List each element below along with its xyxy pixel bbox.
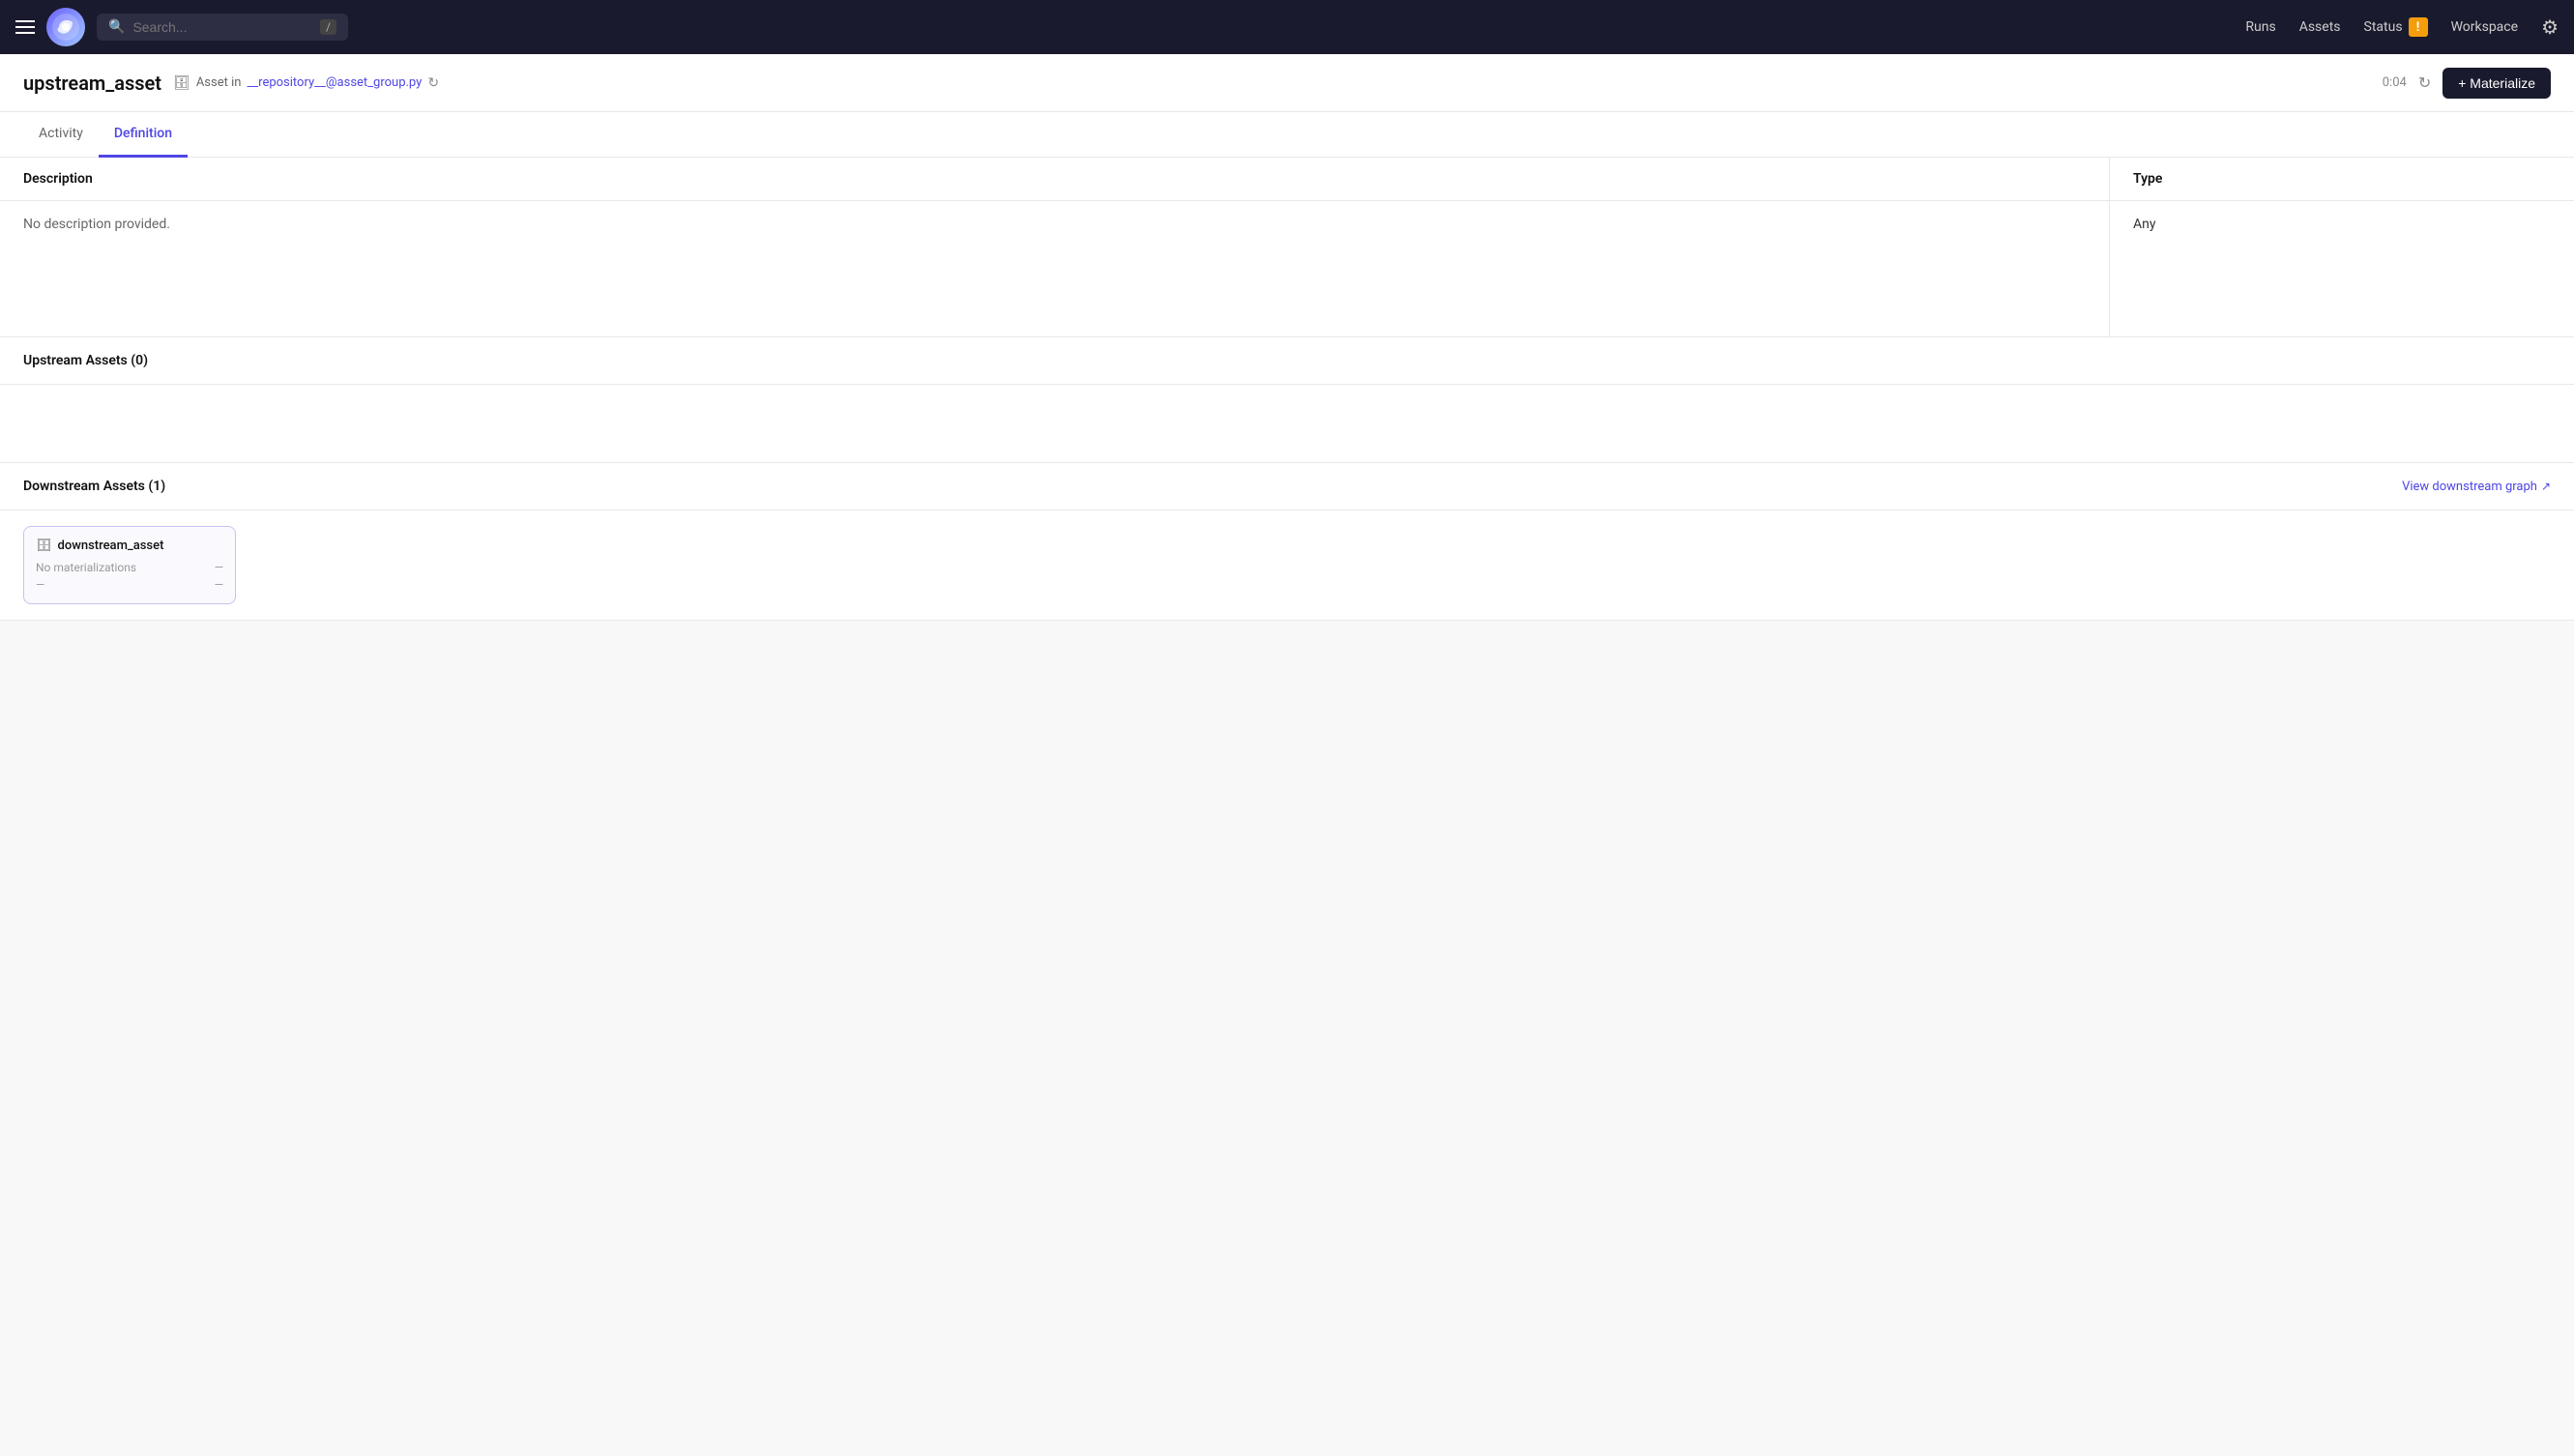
- upstream-assets-body: [0, 385, 2574, 462]
- type-body: Any: [2110, 201, 2574, 336]
- search-shortcut: /: [320, 19, 336, 35]
- main-content: Description No description provided. Typ…: [0, 158, 2574, 621]
- logo-icon[interactable]: [46, 8, 85, 46]
- asset-location: 🗄 Asset in __repository__@asset_group.py…: [173, 75, 439, 91]
- db-icon: 🗄: [173, 75, 190, 91]
- downstream-asset-card[interactable]: 🗄 downstream_asset No materializations —…: [23, 526, 236, 604]
- asset-card-stats-label: No materializations: [36, 561, 136, 574]
- nav-right: Runs Assets Status ! Workspace ⚙: [2245, 15, 2559, 39]
- asset-file-link[interactable]: __repository__@asset_group.py: [247, 75, 422, 90]
- page-header-right: 0:04 ↻ + Materialize: [2383, 68, 2551, 99]
- assets-nav-link[interactable]: Assets: [2299, 19, 2341, 35]
- type-column: Type Any: [2110, 158, 2574, 336]
- asset-card-db-icon: 🗄: [36, 539, 52, 553]
- menu-icon[interactable]: [15, 20, 35, 34]
- definition-content: Description No description provided. Typ…: [0, 158, 2574, 621]
- status-nav-label: Status: [2364, 19, 2403, 35]
- description-value: No description provided.: [23, 217, 170, 232]
- tab-activity[interactable]: Activity: [23, 112, 99, 158]
- description-column: Description No description provided.: [0, 158, 2110, 336]
- page-header-left: upstream_asset 🗄 Asset in __repository__…: [23, 72, 439, 95]
- location-refresh-icon[interactable]: ↻: [427, 75, 439, 91]
- warning-icon: !: [2409, 17, 2428, 37]
- asset-location-prefix: Asset in: [196, 75, 242, 90]
- downstream-assets-title: Downstream Assets (1): [23, 479, 165, 494]
- type-value: Any: [2133, 217, 2156, 232]
- view-downstream-graph-link[interactable]: View downstream graph ↗: [2402, 480, 2551, 494]
- asset-card-stats-value: —: [215, 561, 223, 574]
- search-icon: 🔍: [108, 19, 125, 35]
- materialize-button[interactable]: + Materialize: [2442, 68, 2551, 99]
- nav-left: 🔍 /: [15, 8, 2234, 46]
- tab-bar: Activity Definition: [0, 112, 2574, 158]
- runs-nav-link[interactable]: Runs: [2245, 19, 2275, 35]
- asset-card-row-right: —: [215, 578, 223, 592]
- timer-display: 0:04: [2383, 75, 2407, 90]
- status-nav-item[interactable]: Status !: [2364, 17, 2428, 37]
- description-header: Description: [0, 158, 2109, 201]
- tab-definition[interactable]: Definition: [99, 112, 188, 158]
- external-link-icon: ↗: [2541, 480, 2551, 493]
- downstream-asset-name: downstream_asset: [58, 539, 164, 553]
- settings-icon[interactable]: ⚙: [2541, 15, 2559, 39]
- page-title: upstream_asset: [23, 72, 161, 95]
- asset-card-stats: No materializations —: [36, 561, 223, 574]
- upstream-assets-section: Upstream Assets (0): [0, 337, 2574, 463]
- type-header: Type: [2110, 158, 2574, 201]
- upstream-assets-title: Upstream Assets (0): [23, 353, 148, 368]
- downstream-assets-header: Downstream Assets (1) View downstream gr…: [0, 463, 2574, 510]
- refresh-button[interactable]: ↻: [2418, 73, 2431, 93]
- view-downstream-label: View downstream graph: [2402, 480, 2537, 494]
- downstream-assets-section: Downstream Assets (1) View downstream gr…: [0, 463, 2574, 621]
- description-body: No description provided.: [0, 201, 2109, 336]
- search-bar[interactable]: 🔍 /: [97, 14, 348, 41]
- workspace-nav-link[interactable]: Workspace: [2451, 19, 2519, 35]
- top-navigation: 🔍 / Runs Assets Status ! Workspace ⚙: [0, 0, 2574, 54]
- desc-type-row: Description No description provided. Typ…: [0, 158, 2574, 337]
- search-input[interactable]: [132, 19, 312, 35]
- page-header: upstream_asset 🗄 Asset in __repository__…: [0, 54, 2574, 112]
- upstream-assets-header: Upstream Assets (0): [0, 337, 2574, 385]
- asset-card-title-row: 🗄 downstream_asset: [36, 539, 223, 553]
- asset-card-row: — —: [36, 578, 223, 592]
- asset-card-row-left: —: [36, 578, 44, 592]
- downstream-assets-body: 🗄 downstream_asset No materializations —…: [0, 510, 2574, 620]
